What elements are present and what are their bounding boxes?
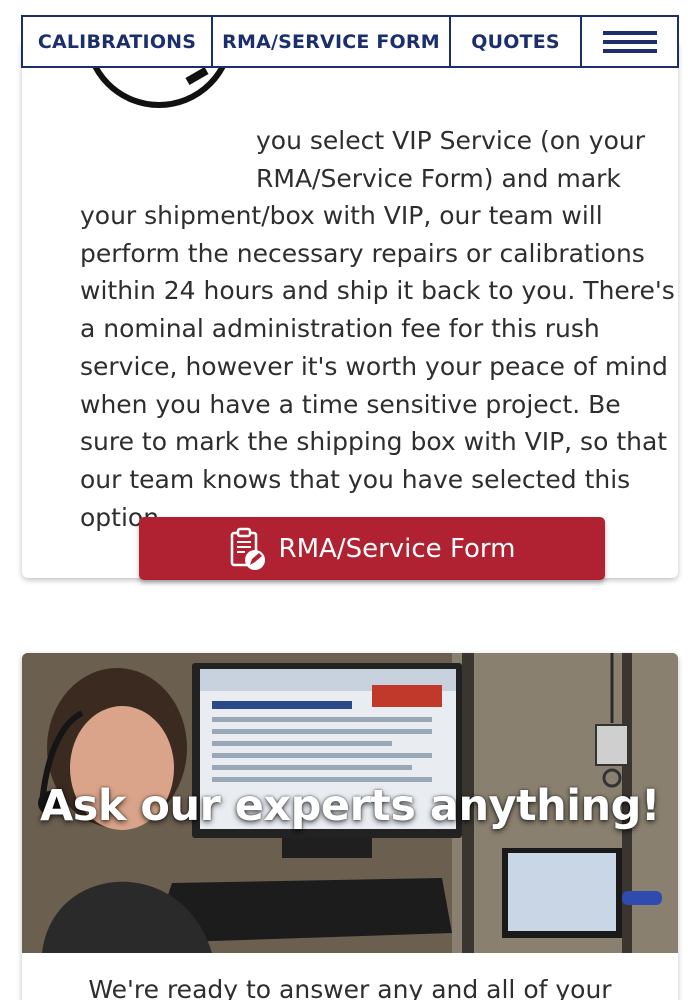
experts-headline: Ask our experts anything! (39, 781, 661, 831)
hamburger-menu-icon (602, 30, 657, 53)
form-edit-icon (229, 527, 267, 571)
vip-service-card: you select VIP Service (on your RMA/Serv… (22, 40, 678, 580)
nav-calibrations[interactable]: CALIBRATIONS (23, 17, 213, 66)
experts-card: Ask our experts anything! We're ready to… (22, 653, 678, 1000)
rma-service-form-button[interactable]: RMA/Service Form (139, 517, 605, 580)
experts-teaser-text: We're ready to answer any and all of you… (88, 975, 612, 1000)
rma-button-label: RMA/Service Form (278, 533, 516, 564)
nav-rma-service-form[interactable]: RMA/SERVICE FORM (213, 17, 451, 66)
vip-body-text: your shipment/box with VIP, our team wil… (80, 201, 675, 532)
experts-hero-image: Ask our experts anything! (22, 653, 678, 953)
top-nav: CALIBRATIONS RMA/SERVICE FORM QUOTES (21, 15, 679, 68)
nav-quotes[interactable]: QUOTES (451, 17, 582, 66)
menu-button[interactable] (582, 17, 677, 66)
vip-intro-text: you select VIP Service (on your RMA/Serv… (256, 126, 646, 193)
